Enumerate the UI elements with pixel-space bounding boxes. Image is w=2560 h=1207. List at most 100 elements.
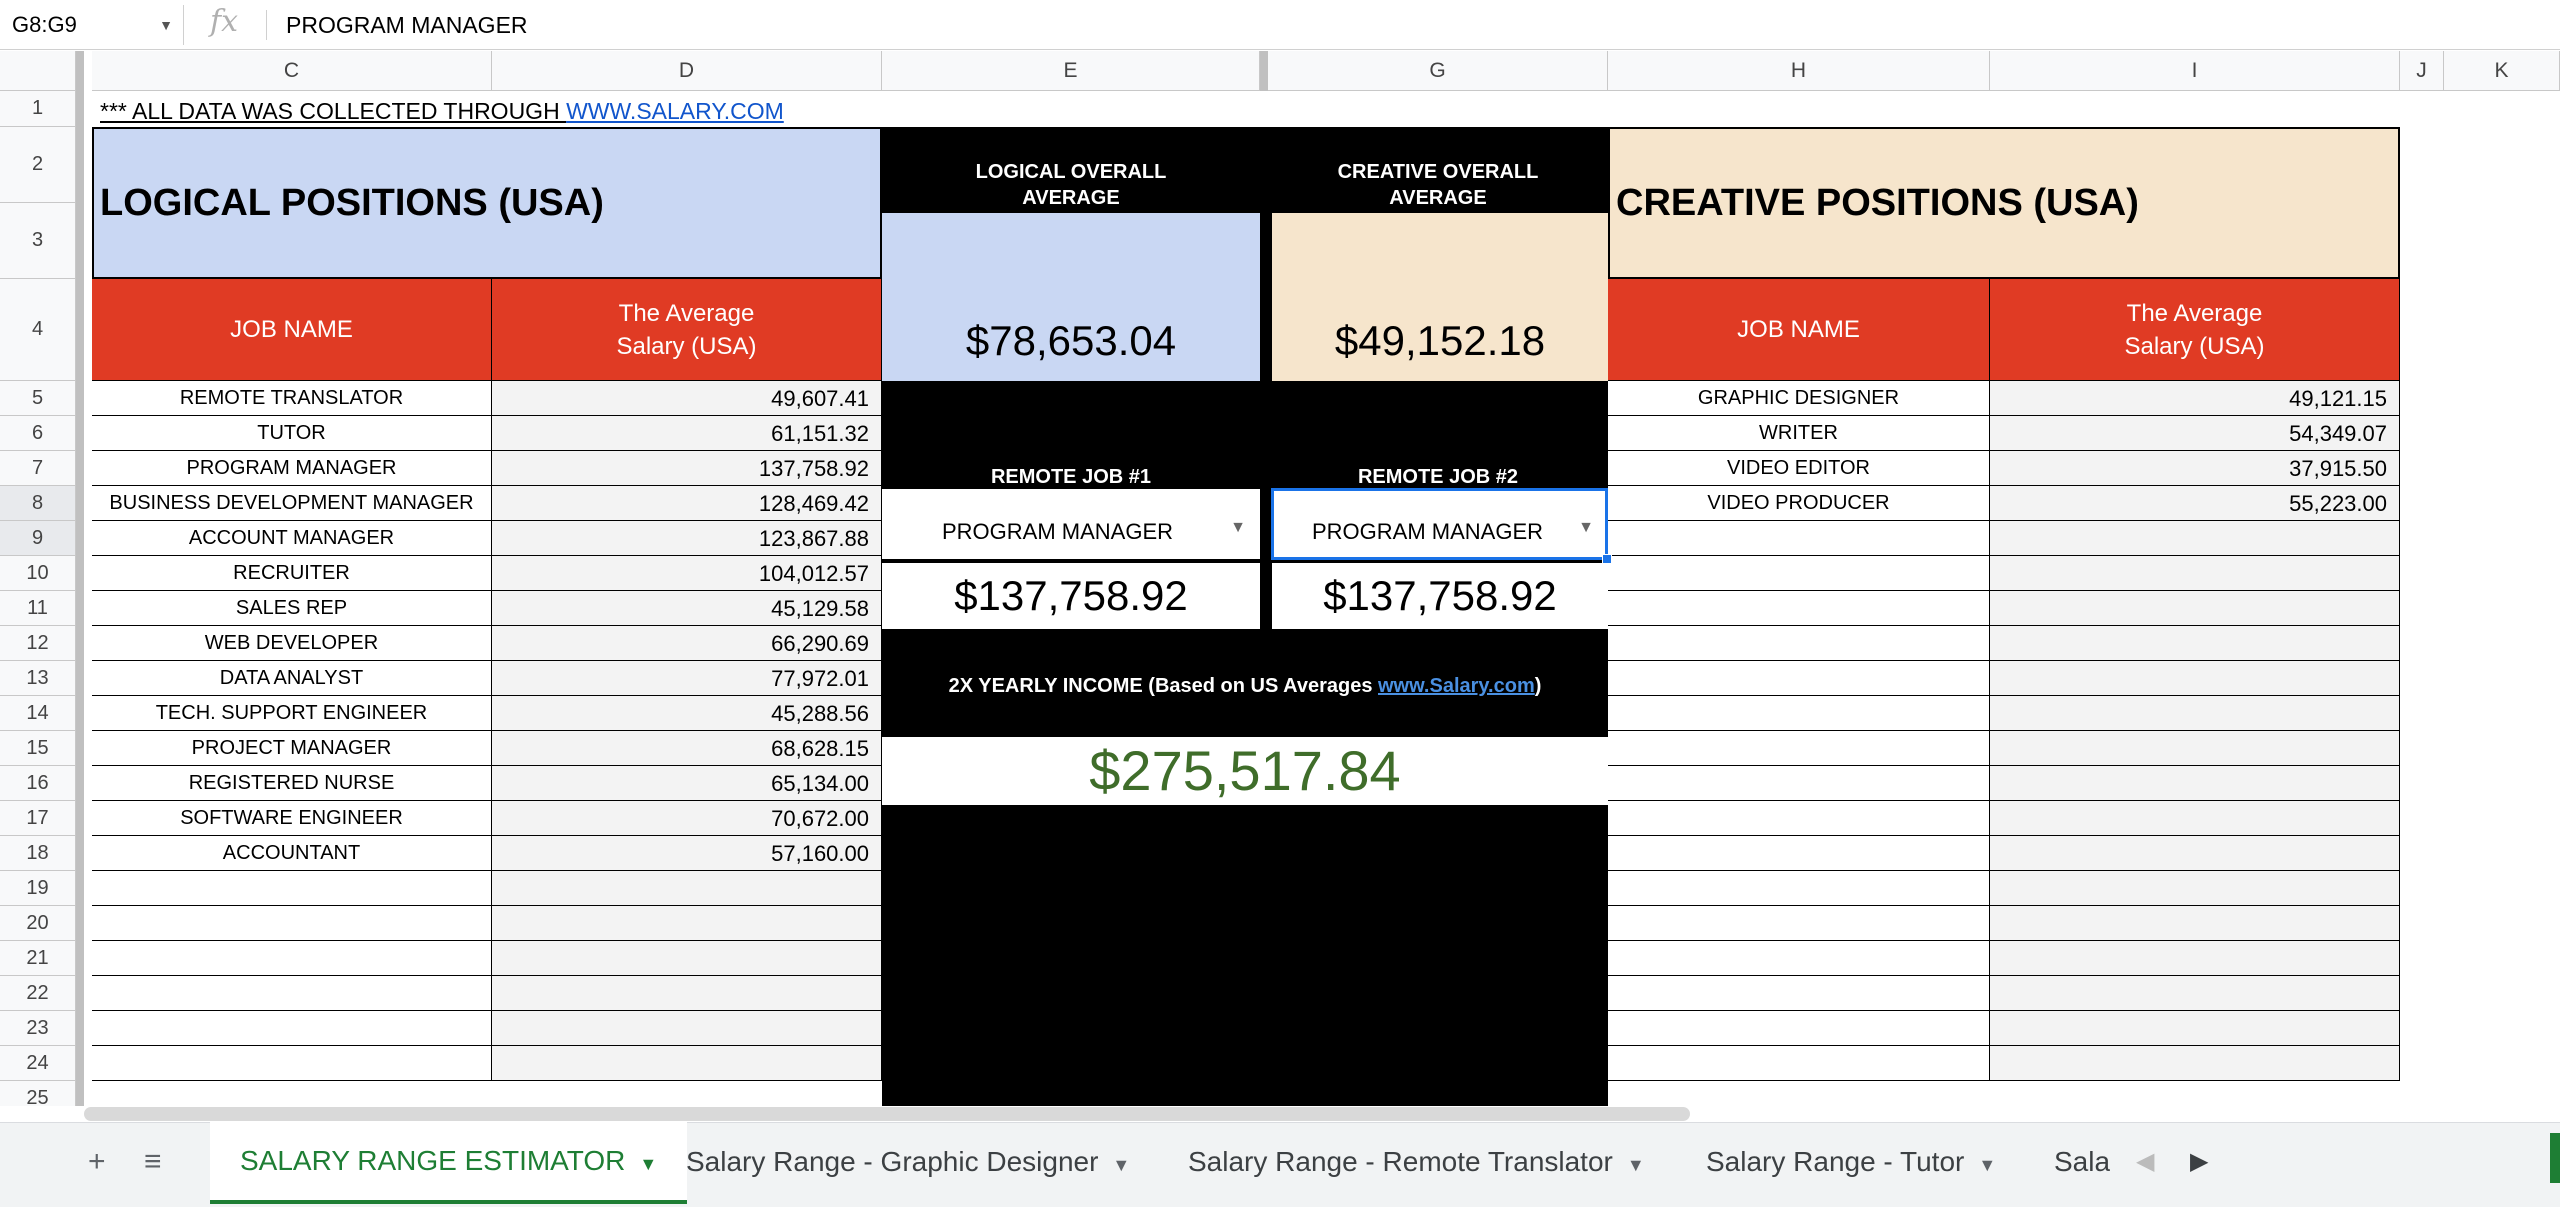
row-header-25[interactable]: 25 xyxy=(0,1081,76,1106)
tab-salary-range-estimator[interactable]: SALARY RANGE ESTIMATOR ▼ xyxy=(210,1122,688,1204)
logical-salary-cell[interactable]: 70,672.00 xyxy=(492,801,882,836)
row-header-13[interactable]: 13 xyxy=(0,661,76,696)
logical-salary-cell[interactable]: 123,867.88 xyxy=(492,521,882,556)
creative-job-cell[interactable]: VIDEO EDITOR xyxy=(1608,451,1990,486)
creative-job-cell[interactable] xyxy=(1608,591,1990,626)
row-header-7[interactable]: 7 xyxy=(0,451,76,486)
row-header-3[interactable]: 3 xyxy=(0,203,76,279)
row-header-11[interactable]: 11 xyxy=(0,591,76,626)
col-header-h[interactable]: H xyxy=(1608,51,1990,91)
creative-salary-cell[interactable] xyxy=(1990,1011,2400,1046)
row-header-4[interactable]: 4 xyxy=(0,279,76,381)
logical-job-cell[interactable]: REGISTERED NURSE xyxy=(92,766,492,801)
logical-job-cell[interactable] xyxy=(92,1011,492,1046)
logical-salary-cell[interactable]: 104,012.57 xyxy=(492,556,882,591)
explore-edge[interactable] xyxy=(2550,1133,2560,1183)
caret-down-icon[interactable]: ▼ xyxy=(1978,1155,1996,1175)
col-header-i[interactable]: I xyxy=(1990,51,2400,91)
frozen-column-bar[interactable] xyxy=(76,51,84,1106)
logical-job-cell[interactable]: PROJECT MANAGER xyxy=(92,731,492,766)
row-header-5[interactable]: 5 xyxy=(0,381,76,416)
creative-salary-cell[interactable] xyxy=(1990,976,2400,1011)
row-header-12[interactable]: 12 xyxy=(0,626,76,661)
row-header-2[interactable]: 2 xyxy=(0,127,76,203)
hidden-column-f[interactable] xyxy=(1260,51,1268,91)
logical-job-cell[interactable]: BUSINESS DEVELOPMENT MANAGER xyxy=(92,486,492,521)
logical-salary-cell[interactable]: 137,758.92 xyxy=(492,451,882,486)
creative-salary-cell[interactable] xyxy=(1990,521,2400,556)
creative-job-cell[interactable] xyxy=(1608,696,1990,731)
row-header-8[interactable]: 8 xyxy=(0,486,76,521)
creative-salary-cell[interactable] xyxy=(1990,696,2400,731)
horizontal-scrollbar[interactable] xyxy=(84,1107,1690,1121)
logical-salary-cell[interactable]: 68,628.15 xyxy=(492,731,882,766)
creative-salary-cell[interactable]: 54,349.07 xyxy=(1990,416,2400,451)
creative-job-cell[interactable] xyxy=(1608,661,1990,696)
creative-job-cell[interactable] xyxy=(1608,941,1990,976)
tab-graphic-designer[interactable]: Salary Range - Graphic Designer ▼ xyxy=(656,1123,1160,1201)
logical-job-cell[interactable] xyxy=(92,1046,492,1081)
creative-job-cell[interactable]: GRAPHIC DESIGNER xyxy=(1608,381,1990,416)
creative-job-cell[interactable]: WRITER xyxy=(1608,416,1990,451)
logical-salary-cell[interactable]: 45,288.56 xyxy=(492,696,882,731)
creative-job-cell[interactable] xyxy=(1608,556,1990,591)
tab-truncated[interactable]: Sala xyxy=(2024,1123,2110,1201)
logical-salary-cell[interactable] xyxy=(492,941,882,976)
formula-input[interactable]: PROGRAM MANAGER xyxy=(286,0,528,50)
remote-job-1-dropdown[interactable]: PROGRAM MANAGER ▼ xyxy=(882,489,1260,559)
logical-job-cell[interactable]: RECRUITER xyxy=(92,556,492,591)
select-all-corner[interactable] xyxy=(0,51,76,91)
creative-salary-cell[interactable] xyxy=(1990,836,2400,871)
creative-job-cell[interactable] xyxy=(1608,731,1990,766)
row-header-20[interactable]: 20 xyxy=(0,906,76,941)
row-header-21[interactable]: 21 xyxy=(0,941,76,976)
tab-tutor[interactable]: Salary Range - Tutor ▼ xyxy=(1676,1123,2026,1201)
logical-job-cell[interactable] xyxy=(92,941,492,976)
salary-com-link[interactable]: www.Salary.com xyxy=(1378,675,1535,697)
caret-down-icon[interactable]: ▼ xyxy=(1112,1155,1130,1175)
add-sheet-icon[interactable]: + xyxy=(88,1145,106,1179)
scroll-right-icon[interactable]: ▶ xyxy=(2190,1147,2208,1176)
creative-job-cell[interactable] xyxy=(1608,1011,1990,1046)
creative-job-cell[interactable] xyxy=(1608,521,1990,556)
logical-salary-cell[interactable]: 77,972.01 xyxy=(492,661,882,696)
creative-salary-cell[interactable]: 37,915.50 xyxy=(1990,451,2400,486)
creative-job-cell[interactable] xyxy=(1608,836,1990,871)
name-box[interactable]: G8:G9 ▼ xyxy=(0,5,184,45)
creative-salary-cell[interactable] xyxy=(1990,731,2400,766)
creative-job-cell[interactable] xyxy=(1608,766,1990,801)
creative-salary-cell[interactable] xyxy=(1990,626,2400,661)
logical-salary-cell[interactable] xyxy=(492,1011,882,1046)
row-header-15[interactable]: 15 xyxy=(0,731,76,766)
creative-job-cell[interactable] xyxy=(1608,1046,1990,1081)
row-header-23[interactable]: 23 xyxy=(0,1011,76,1046)
creative-salary-cell[interactable]: 49,121.15 xyxy=(1990,381,2400,416)
logical-salary-cell[interactable]: 65,134.00 xyxy=(492,766,882,801)
creative-job-cell[interactable] xyxy=(1608,871,1990,906)
row-header-9[interactable]: 9 xyxy=(0,521,76,556)
creative-salary-cell[interactable] xyxy=(1990,556,2400,591)
logical-salary-cell[interactable]: 45,129.58 xyxy=(492,591,882,626)
creative-salary-cell[interactable] xyxy=(1990,661,2400,696)
creative-salary-cell[interactable]: 55,223.00 xyxy=(1990,486,2400,521)
logical-salary-cell[interactable]: 128,469.42 xyxy=(492,486,882,521)
row-header-22[interactable]: 22 xyxy=(0,976,76,1011)
logical-job-cell[interactable]: REMOTE TRANSLATOR xyxy=(92,381,492,416)
logical-salary-cell[interactable]: 66,290.69 xyxy=(492,626,882,661)
logical-job-cell[interactable] xyxy=(92,906,492,941)
creative-salary-cell[interactable] xyxy=(1990,906,2400,941)
logical-job-cell[interactable] xyxy=(92,871,492,906)
tab-remote-translator[interactable]: Salary Range - Remote Translator ▼ xyxy=(1158,1123,1675,1201)
row-header-18[interactable]: 18 xyxy=(0,836,76,871)
chevron-down-icon[interactable]: ▼ xyxy=(159,5,173,45)
logical-salary-cell[interactable] xyxy=(492,906,882,941)
logical-salary-cell[interactable] xyxy=(492,1046,882,1081)
col-header-e[interactable]: E xyxy=(882,51,1260,91)
logical-salary-cell[interactable]: 49,607.41 xyxy=(492,381,882,416)
chevron-down-icon[interactable]: ▼ xyxy=(1230,519,1246,537)
col-header-j[interactable]: J xyxy=(2400,51,2444,91)
row-header-10[interactable]: 10 xyxy=(0,556,76,591)
logical-salary-cell[interactable]: 57,160.00 xyxy=(492,836,882,871)
creative-job-cell[interactable] xyxy=(1608,626,1990,661)
logical-job-cell[interactable]: WEB DEVELOPER xyxy=(92,626,492,661)
